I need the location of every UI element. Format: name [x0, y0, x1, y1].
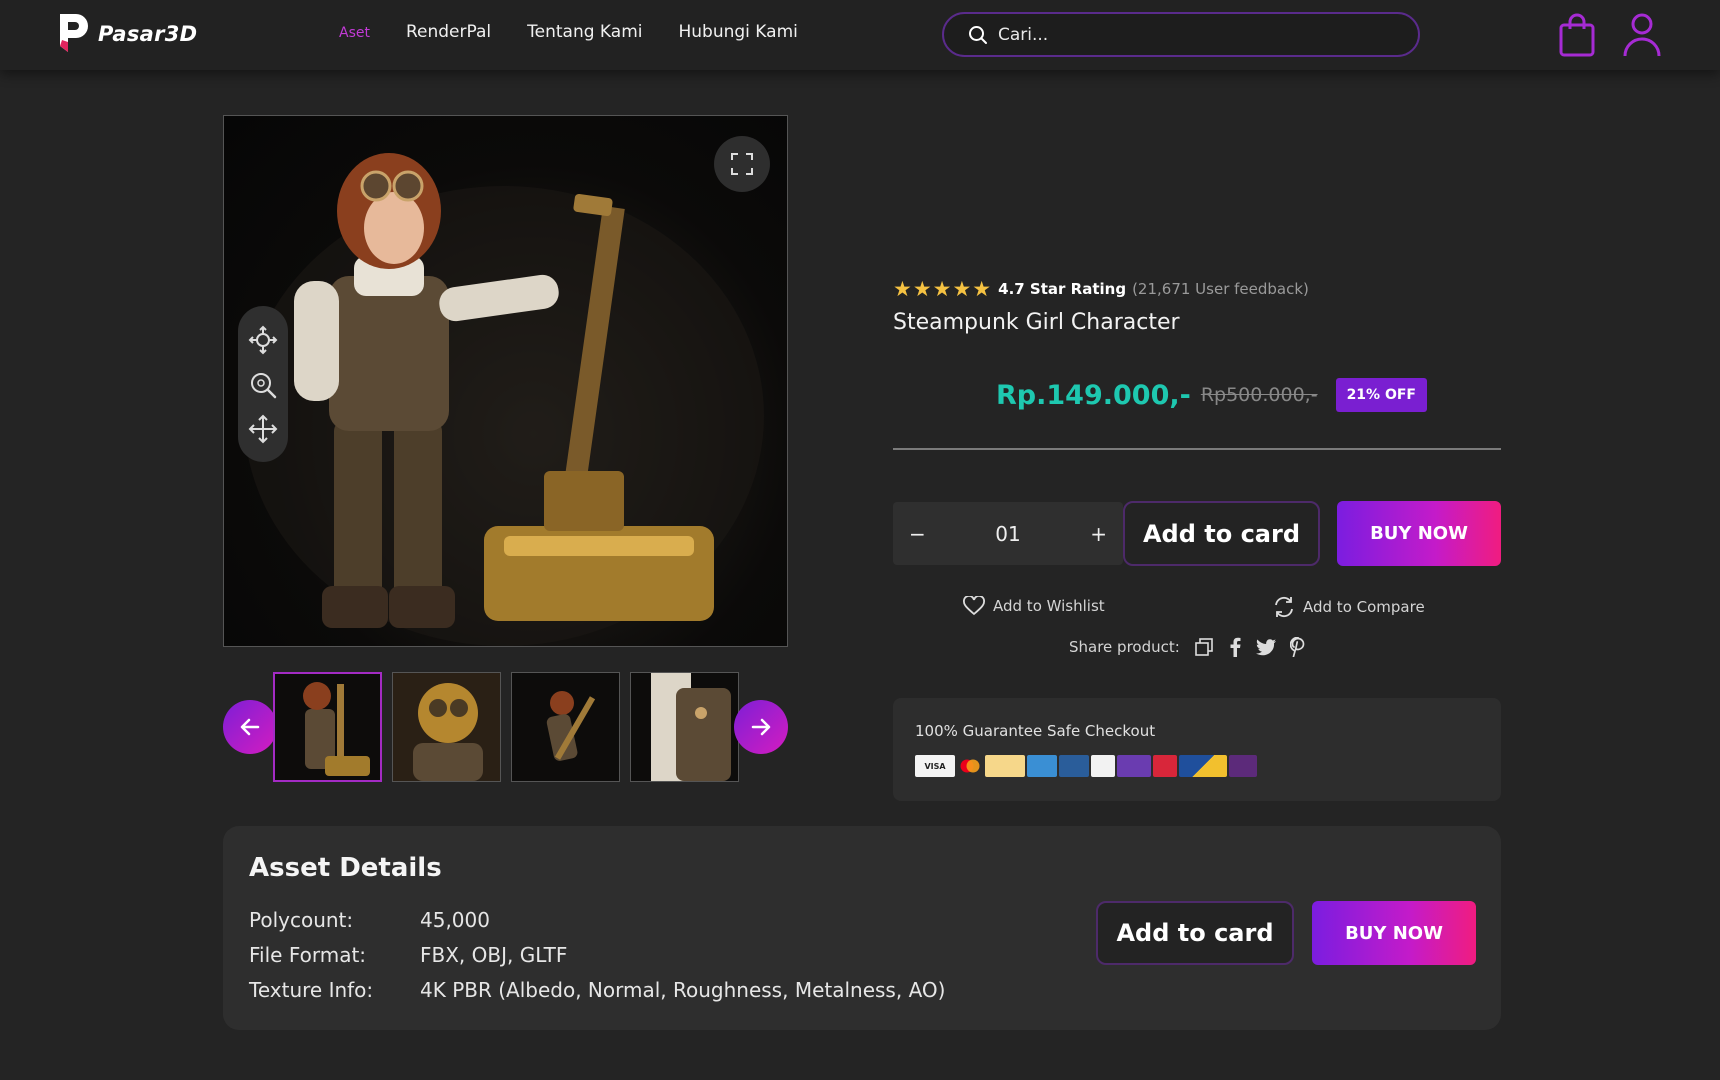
rotate-icon[interactable]: [247, 324, 279, 356]
guarantee-box: 100% Guarantee Safe Checkout VISA: [893, 698, 1501, 801]
asset-details-panel: Asset Details Polycount: 45,000 File For…: [223, 826, 1501, 1030]
thumbnail-strip: [273, 672, 739, 782]
share-row: Share product:: [1069, 637, 1306, 657]
asset-details-title: Asset Details: [249, 853, 442, 883]
facebook-icon[interactable]: [1228, 637, 1242, 657]
spec-label: Polycount:: [249, 908, 354, 932]
thumbnail-image: [303, 682, 370, 776]
price-row: Rp.149.000,- Rp500.000,- 21% OFF: [996, 378, 1427, 412]
add-to-cart-button[interactable]: Add to card: [1123, 501, 1320, 566]
paypal-logo: [985, 755, 1025, 777]
copy-link-icon[interactable]: [1194, 637, 1214, 657]
qty-decrease-button[interactable]: −: [909, 522, 926, 546]
payment-logo-8: [1153, 755, 1177, 777]
details-buy-now-button[interactable]: BUY NOW: [1312, 901, 1476, 965]
logo[interactable]: Pasar3D: [56, 12, 197, 56]
next-image-button[interactable]: [734, 700, 788, 754]
move-icon[interactable]: [248, 414, 278, 444]
twitter-icon[interactable]: [1255, 638, 1276, 656]
discount-badge: 21% OFF: [1335, 378, 1427, 412]
compare-label: Add to Compare: [1303, 598, 1425, 616]
current-price: Rp.149.000,-: [996, 379, 1191, 411]
zoom-icon[interactable]: [249, 371, 277, 399]
search-bar[interactable]: [942, 12, 1420, 57]
compare-action[interactable]: Add to Compare: [1273, 596, 1425, 618]
wishlist-action[interactable]: Add to Wishlist: [963, 596, 1105, 616]
thumbnail-4[interactable]: [630, 672, 739, 782]
buy-now-button[interactable]: BUY NOW: [1337, 501, 1501, 566]
nav-item-aset[interactable]: Aset: [339, 25, 370, 42]
shopping-bag-icon[interactable]: [1555, 12, 1599, 58]
spec-label: File Format:: [249, 943, 367, 967]
spec-row-polycount: Polycount: 45,000: [249, 908, 490, 932]
viewer-toolbar: [238, 306, 288, 462]
divider: [893, 448, 1501, 450]
share-label: Share product:: [1069, 638, 1180, 656]
refresh-icon: [1275, 596, 1293, 618]
user-icon[interactable]: [1620, 12, 1664, 58]
product-image-viewer[interactable]: [223, 115, 788, 647]
rating-count: (21,671 User feedback): [1132, 280, 1309, 298]
pinterest-icon[interactable]: [1289, 637, 1306, 657]
arrow-right-icon: [751, 718, 771, 736]
prev-image-button[interactable]: [223, 700, 277, 754]
expand-icon: [731, 153, 753, 175]
main-nav: Aset RenderPal Tentang Kami Hubungi Kami: [339, 22, 798, 42]
search-input[interactable]: [998, 24, 1378, 45]
visa-logo: VISA: [915, 755, 955, 777]
qty-increase-button[interactable]: +: [1090, 522, 1107, 546]
details-add-to-cart-button[interactable]: Add to card: [1096, 901, 1294, 965]
spec-row-file-format: File Format: FBX, OBJ, GLTF: [249, 943, 567, 967]
rating-row: ★★★★★ 4.7 Star Rating (21,671 User feedb…: [893, 277, 1309, 301]
spec-value: 45,000: [420, 908, 490, 932]
nav-item-tentang-kami[interactable]: Tentang Kami: [527, 22, 642, 42]
payment-logo-5: [1059, 755, 1089, 777]
nav-item-hubungi-kami[interactable]: Hubungi Kami: [678, 22, 797, 42]
arrow-left-icon: [240, 718, 260, 736]
fullscreen-button[interactable]: [714, 136, 770, 192]
top-header: Pasar3D Aset RenderPal Tentang Kami Hubu…: [0, 0, 1720, 70]
mastercard-icon: [960, 759, 980, 773]
payment-logo-10: [1229, 755, 1257, 777]
product-title: Steampunk Girl Character: [893, 310, 1180, 335]
thumbnail-3[interactable]: [511, 672, 620, 782]
wishlist-label: Add to Wishlist: [993, 597, 1105, 615]
thumbnail-image: [393, 673, 500, 781]
heart-icon: [963, 596, 985, 616]
search-icon: [969, 25, 987, 44]
payment-logo-4: [1027, 755, 1057, 777]
thumbnail-1[interactable]: [273, 672, 382, 782]
spec-value: FBX, OBJ, GLTF: [420, 943, 568, 967]
payment-logo-9: [1179, 755, 1227, 777]
product-image: [244, 153, 764, 646]
payment-logo-6: [1091, 755, 1115, 777]
logo-icon: [60, 14, 88, 52]
nav-item-renderpal[interactable]: RenderPal: [406, 22, 491, 42]
mastercard-logo: [957, 755, 983, 777]
guarantee-title: 100% Guarantee Safe Checkout: [915, 722, 1156, 740]
spec-label: Texture Info:: [249, 978, 374, 1002]
original-price: Rp500.000,-: [1200, 384, 1318, 406]
qty-value[interactable]: 01: [995, 522, 1020, 546]
logo-text: Pasar3D: [98, 22, 198, 46]
star-rating-icons: ★★★★★: [893, 277, 993, 301]
spec-row-texture-info: Texture Info: 4K PBR (Albedo, Normal, Ro…: [249, 978, 945, 1002]
thumbnail-image: [651, 673, 731, 781]
quantity-stepper: − 01 +: [893, 502, 1123, 565]
payment-logos: VISA: [915, 755, 1257, 777]
payment-logo-7: [1117, 755, 1151, 777]
rating-value: 4.7 Star Rating: [998, 280, 1127, 298]
thumbnail-image: [546, 691, 596, 761]
spec-value: 4K PBR (Albedo, Normal, Roughness, Metal…: [420, 978, 946, 1002]
thumbnail-2[interactable]: [392, 672, 501, 782]
